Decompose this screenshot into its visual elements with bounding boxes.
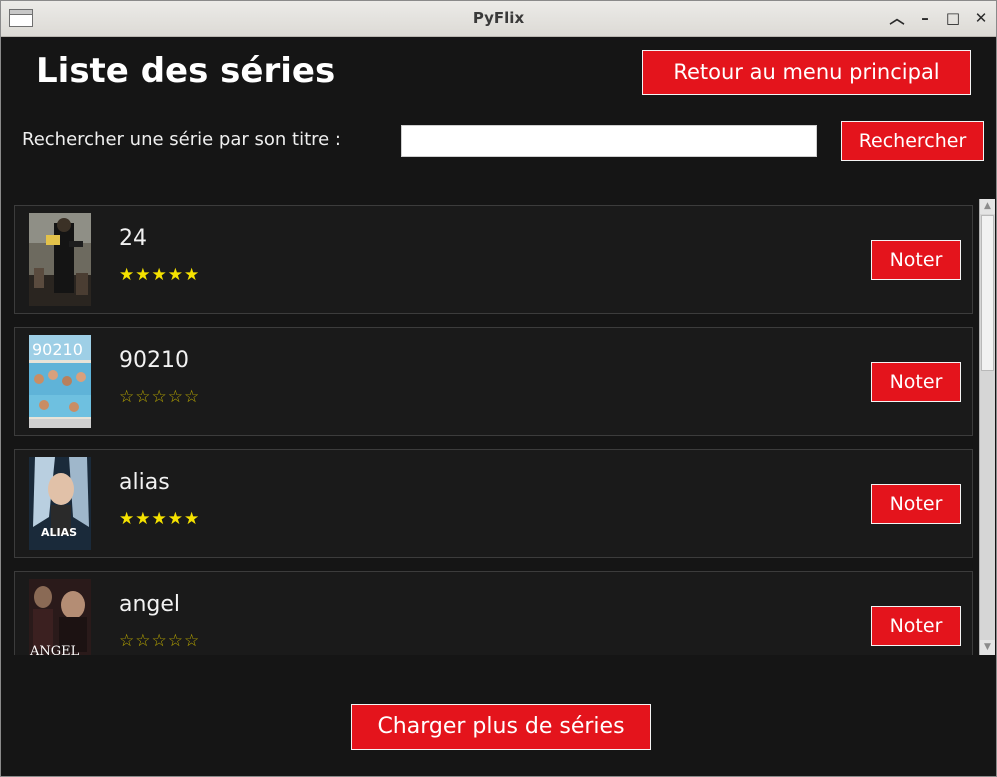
rating-stars: ★★★★★	[119, 265, 201, 285]
chevron-up-icon[interactable]: ︿	[887, 8, 907, 28]
svg-text:90210: 90210	[32, 340, 83, 359]
poster-90210: 90210	[29, 335, 91, 428]
load-more-button[interactable]: Charger plus de séries	[351, 704, 651, 750]
scroll-down-arrow-icon[interactable]: ▼	[980, 640, 995, 655]
search-button[interactable]: Rechercher	[841, 121, 984, 161]
close-icon[interactable]: ✕	[971, 8, 991, 28]
app-window: PyFlix ︿ – □ ✕ Liste des séries Retour a…	[0, 0, 997, 777]
maximize-icon[interactable]: □	[943, 8, 963, 28]
series-card-24: 24 ★★★★★ Noter	[14, 205, 973, 314]
poster-24	[29, 213, 91, 306]
series-list: 24 ★★★★★ Noter 90210 90210 ☆☆☆☆☆ Noter A…	[14, 203, 976, 655]
search-input[interactable]	[401, 125, 817, 157]
scroll-thumb[interactable]	[981, 215, 994, 371]
page-title: Liste des séries	[36, 51, 336, 91]
window-title: PyFlix	[472, 9, 525, 27]
series-title: 24	[119, 226, 147, 251]
scroll-up-arrow-icon[interactable]: ▲	[980, 199, 995, 214]
rating-stars: ☆☆☆☆☆	[119, 631, 201, 651]
poster-angel: ANGEL	[29, 579, 91, 655]
search-label: Rechercher une série par son titre :	[22, 129, 341, 150]
rate-button[interactable]: Noter	[871, 362, 961, 402]
list-scrollbar[interactable]: ▲ ▼	[979, 199, 995, 655]
series-card-90210: 90210 90210 ☆☆☆☆☆ Noter	[14, 327, 973, 436]
poster-alias: ALIAS	[29, 457, 91, 550]
series-title: angel	[119, 592, 181, 617]
title-bar: PyFlix ︿ – □ ✕	[1, 1, 996, 37]
rating-stars: ★★★★★	[119, 509, 201, 529]
series-title: alias	[119, 470, 170, 495]
series-card-angel: ANGEL angel ☆☆☆☆☆ Noter	[14, 571, 973, 655]
rate-button[interactable]: Noter	[871, 484, 961, 524]
minimize-icon[interactable]: –	[915, 8, 935, 28]
rate-button[interactable]: Noter	[871, 606, 961, 646]
series-card-alias: ALIAS alias ★★★★★ Noter	[14, 449, 973, 558]
series-title: 90210	[119, 348, 189, 373]
svg-text:ALIAS: ALIAS	[41, 526, 77, 539]
rating-stars: ☆☆☆☆☆	[119, 387, 201, 407]
back-to-main-menu-button[interactable]: Retour au menu principal	[642, 50, 971, 95]
svg-text:ANGEL: ANGEL	[29, 644, 80, 655]
rate-button[interactable]: Noter	[871, 240, 961, 280]
